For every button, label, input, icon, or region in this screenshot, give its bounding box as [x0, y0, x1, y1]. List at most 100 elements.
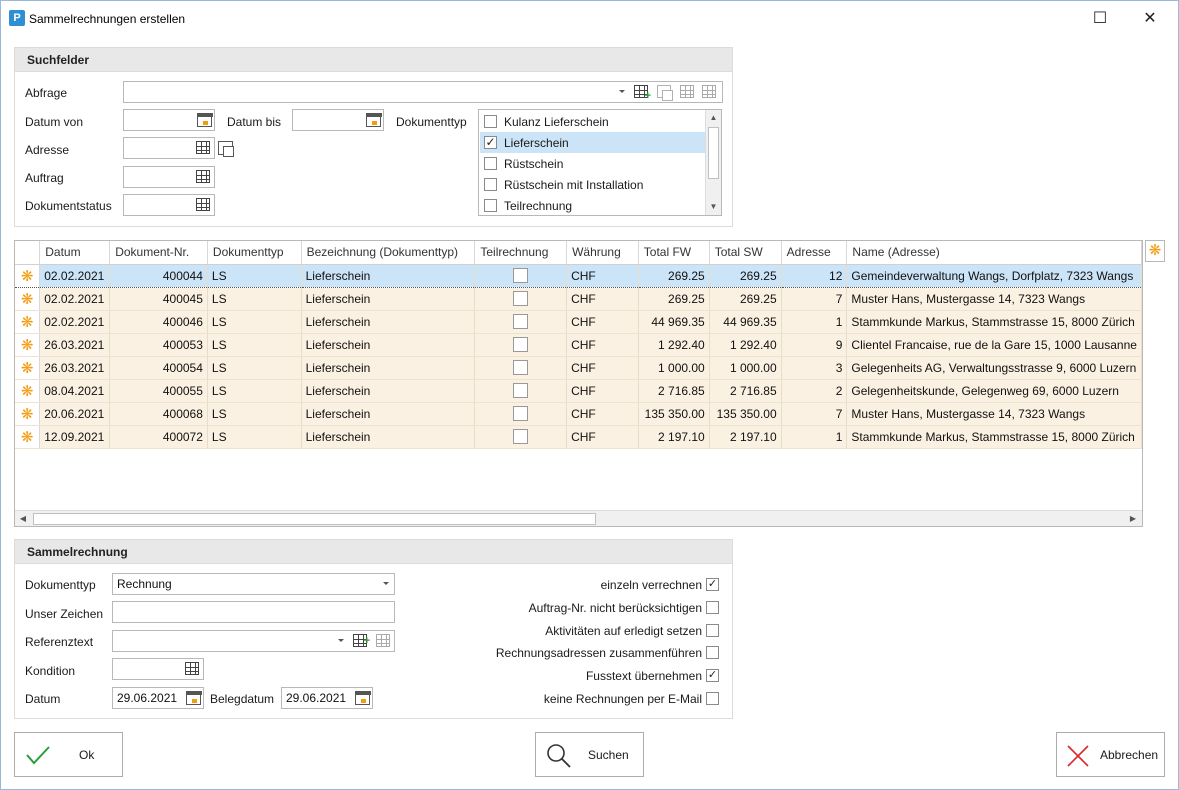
- scroll-thumb[interactable]: [708, 127, 719, 179]
- cell-dokument-nr: 400055: [109, 379, 208, 403]
- cell-teilrechnung[interactable]: [474, 356, 568, 380]
- column-header-dokumenttyp[interactable]: Dokumenttyp: [207, 241, 302, 265]
- adresse-field[interactable]: [123, 137, 215, 159]
- table-row[interactable]: ❋ 02.02.2021 400044 LS Lieferschein CHF …: [15, 263, 1142, 288]
- table-row[interactable]: ❋ 26.03.2021 400053 LS Lieferschein CHF …: [15, 333, 1142, 357]
- aktivitaeten-checkbox[interactable]: [706, 624, 719, 637]
- cell-teilrechnung[interactable]: [474, 379, 568, 403]
- doctype-item-lieferschein[interactable]: ✓ Lieferschein: [480, 132, 705, 153]
- grid-horizontal-scrollbar[interactable]: ◀ ▶: [15, 510, 1142, 526]
- doctype-item-teilrechnung[interactable]: Teilrechnung: [480, 195, 705, 215]
- column-header-name[interactable]: Name (Adresse): [846, 241, 1142, 265]
- column-header-total-sw[interactable]: Total SW: [709, 241, 782, 265]
- calendar-icon[interactable]: [186, 691, 202, 705]
- einzeln-verrechnen-checkbox[interactable]: ✓: [706, 578, 719, 591]
- belegdatum-label: Belegdatum: [210, 692, 275, 706]
- delete-query-icon[interactable]: [702, 85, 716, 98]
- teilrechnung-checkbox[interactable]: [513, 383, 529, 399]
- maximize-icon[interactable]: ☐: [1077, 5, 1123, 33]
- scroll-left-icon[interactable]: ◀: [15, 511, 31, 526]
- scroll-up-icon[interactable]: ▲: [706, 110, 721, 126]
- doctype-checkbox[interactable]: [484, 199, 497, 212]
- cell-waehrung: CHF: [566, 287, 639, 311]
- doctype-checkbox[interactable]: [484, 157, 497, 170]
- cell-total-sw: 269.25: [709, 287, 782, 311]
- table-row[interactable]: ❋ 02.02.2021 400045 LS Lieferschein CHF …: [15, 287, 1142, 311]
- scroll-thumb[interactable]: [33, 513, 596, 525]
- dokumenttyp-listbox[interactable]: Kulanz Lieferschein ✓ Lieferschein Rüsts…: [478, 109, 722, 216]
- lookup-grid-icon[interactable]: [196, 141, 210, 154]
- scroll-down-icon[interactable]: ▼: [706, 199, 721, 215]
- chevron-down-icon: [338, 639, 344, 642]
- cell-teilrechnung[interactable]: [474, 402, 568, 426]
- auftrag-field[interactable]: [123, 166, 215, 188]
- documents-grid[interactable]: Datum Dokument-Nr. Dokumenttyp Bezeichnu…: [14, 240, 1143, 527]
- datum-von-field[interactable]: [123, 109, 215, 131]
- teilrechnung-checkbox[interactable]: [513, 406, 529, 422]
- fusstext-checkbox[interactable]: ✓: [706, 669, 719, 682]
- column-chooser-icon[interactable]: ❋: [1145, 240, 1165, 262]
- cell-teilrechnung[interactable]: [474, 425, 568, 449]
- suchen-button[interactable]: Suchen: [535, 732, 644, 777]
- scroll-right-icon[interactable]: ▶: [1125, 511, 1141, 526]
- column-header-dokument-nr[interactable]: Dokument-Nr.: [109, 241, 208, 265]
- column-header-bezeichnung[interactable]: Bezeichnung (Dokumenttyp): [301, 241, 476, 265]
- column-header-total-fw[interactable]: Total FW: [638, 241, 710, 265]
- row-indicator-icon: ❋: [15, 263, 41, 288]
- row-indicator-icon: ❋: [15, 402, 41, 426]
- doctype-item-ruestschein[interactable]: Rüstschein: [480, 153, 705, 174]
- calendar-icon[interactable]: [197, 113, 213, 127]
- column-header-adresse[interactable]: Adresse: [781, 241, 848, 265]
- calendar-icon[interactable]: [366, 113, 382, 127]
- cell-teilrechnung[interactable]: [474, 263, 568, 288]
- copy-query-icon[interactable]: [657, 85, 673, 101]
- table-row[interactable]: ❋ 20.06.2021 400068 LS Lieferschein CHF …: [15, 402, 1142, 426]
- lookup-grid-icon[interactable]: [196, 198, 210, 211]
- teilrechnung-checkbox[interactable]: [513, 291, 529, 307]
- cell-adresse: 1: [781, 425, 848, 449]
- adresse-label: Adresse: [25, 143, 70, 157]
- teilrechnung-checkbox[interactable]: [513, 268, 529, 284]
- column-header-datum[interactable]: Datum: [39, 241, 111, 265]
- teilrechnung-checkbox[interactable]: [513, 314, 529, 330]
- teilrechnung-checkbox[interactable]: [513, 360, 529, 376]
- teilrechnung-checkbox[interactable]: [513, 429, 529, 445]
- table-row[interactable]: ❋ 12.09.2021 400072 LS Lieferschein CHF …: [15, 425, 1142, 449]
- teilrechnung-checkbox[interactable]: [513, 337, 529, 353]
- doctype-item-ruestschein-installation[interactable]: Rüstschein mit Installation: [480, 174, 705, 195]
- cell-teilrechnung[interactable]: [474, 287, 568, 311]
- cell-teilrechnung[interactable]: [474, 310, 568, 334]
- option-label: keine Rechnungen per E-Mail: [543, 692, 702, 706]
- abfrage-dropdown[interactable]: [123, 81, 723, 103]
- dokumentstatus-field[interactable]: [123, 194, 215, 216]
- abbrechen-button[interactable]: Abbrechen: [1056, 732, 1165, 777]
- keine-email-checkbox[interactable]: [706, 692, 719, 705]
- kondition-field[interactable]: [112, 658, 204, 680]
- column-header-teilrechnung[interactable]: Teilrechnung: [474, 241, 568, 265]
- sammelrechnung-panel-header: Sammelrechnung: [15, 540, 732, 564]
- edit-query-icon[interactable]: [680, 85, 694, 98]
- rechnungsadressen-checkbox[interactable]: [706, 646, 719, 659]
- table-row[interactable]: ❋ 26.03.2021 400054 LS Lieferschein CHF …: [15, 356, 1142, 380]
- copy-address-icon[interactable]: [218, 141, 234, 157]
- table-row[interactable]: ❋ 02.02.2021 400046 LS Lieferschein CHF …: [15, 310, 1142, 334]
- column-header-waehrung[interactable]: Währung: [566, 241, 639, 265]
- table-row[interactable]: ❋ 08.04.2021 400055 LS Lieferschein CHF …: [15, 379, 1142, 403]
- doctype-checkbox[interactable]: ✓: [484, 136, 497, 149]
- add-query-icon[interactable]: [634, 85, 651, 102]
- doctype-item-kulanz-lieferschein[interactable]: Kulanz Lieferschein: [480, 111, 705, 132]
- doctype-label: Rüstschein: [504, 157, 564, 171]
- cell-teilrechnung[interactable]: [474, 333, 568, 357]
- datum-field[interactable]: 29.06.2021: [112, 687, 204, 709]
- auftrag-nr-checkbox[interactable]: [706, 601, 719, 614]
- listbox-scrollbar[interactable]: ▲ ▼: [705, 110, 721, 215]
- doctype-checkbox[interactable]: [484, 178, 497, 191]
- cell-total-fw: 1 000.00: [638, 356, 710, 380]
- lookup-grid-icon[interactable]: [196, 170, 210, 183]
- datum-bis-field[interactable]: [292, 109, 384, 131]
- ok-button[interactable]: Ok: [14, 732, 123, 777]
- close-icon[interactable]: ✕: [1127, 5, 1173, 33]
- lookup-grid-icon[interactable]: [185, 662, 199, 675]
- cell-adresse: 7: [781, 287, 848, 311]
- doctype-checkbox[interactable]: [484, 115, 497, 128]
